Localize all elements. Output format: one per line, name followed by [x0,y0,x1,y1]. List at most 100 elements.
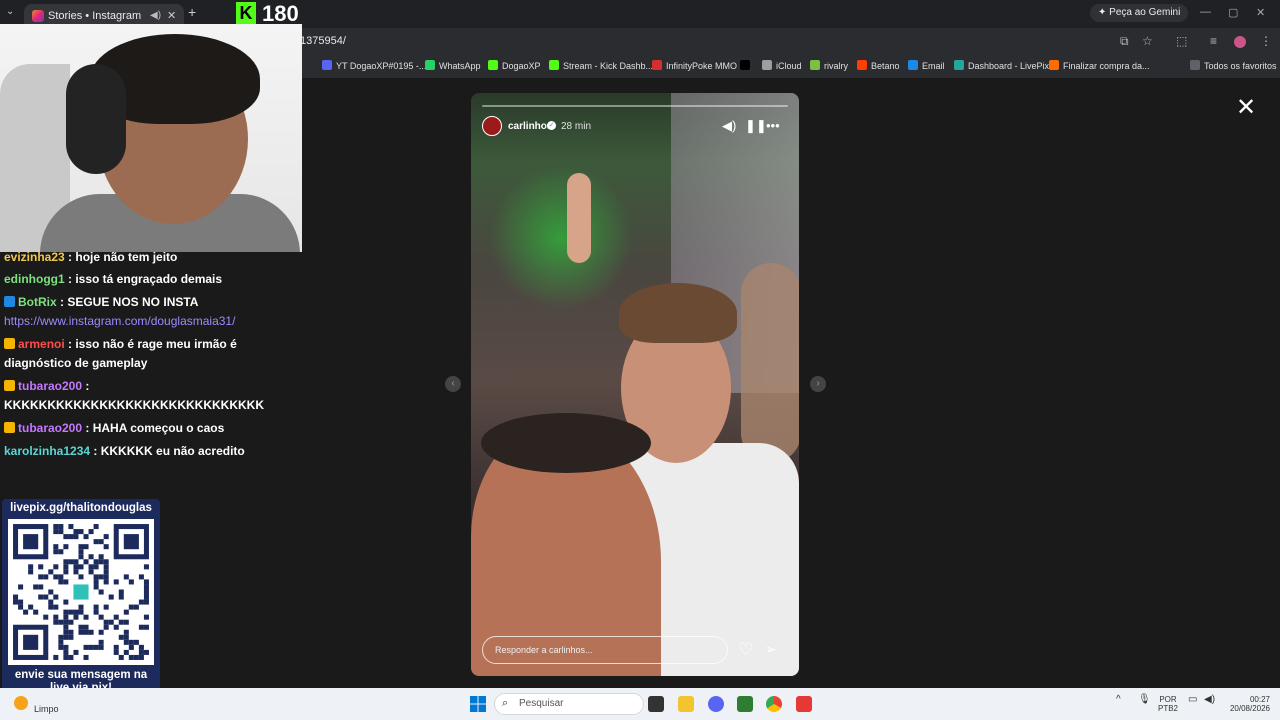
reading-list-icon[interactable]: ≡ [1210,34,1217,48]
volume-icon[interactable]: ◀) [722,118,736,134]
verified-icon: ✓ [547,121,556,130]
windows-start-icon[interactable] [470,696,486,712]
chat-username[interactable]: evizinha23 [4,250,65,264]
minimize-icon[interactable]: — [1200,6,1211,18]
story-avatar[interactable] [482,116,502,136]
task-view-icon[interactable] [648,696,664,712]
bookmark-item[interactable]: Dashboard - LivePix [954,60,1049,71]
menu-icon[interactable]: ⋮ [1260,34,1272,48]
profile-avatar[interactable] [1234,36,1246,48]
previous-story-button[interactable]: ‹ [445,376,461,392]
bookmark-item[interactable]: Finalizar compra da... [1049,60,1150,71]
send-icon[interactable]: ➢ [765,641,777,658]
bookmark-item[interactable]: WhatsApp [425,60,481,71]
bookmark-item[interactable]: Email [908,60,945,71]
heart-icon[interactable]: ♡ [738,640,753,660]
bookmark-item[interactable]: Betano [857,60,900,71]
bookmark-label: Dashboard - LivePix [968,61,1050,71]
bookmark-icon [322,60,332,70]
taskbar-search[interactable] [494,693,644,715]
chat-text: : isso não é rage meu irmão é [64,337,237,351]
new-tab-button[interactable]: + [188,4,204,20]
bookmark-label: Stream - Kick Dashb... [563,61,654,71]
chrome-icon[interactable] [766,696,782,712]
tab-search-icon[interactable]: ⌄ [6,6,14,17]
cast-icon[interactable]: ⧉ [1120,34,1129,49]
bookmark-item[interactable]: YT DogaoXP#0195 -... [322,60,426,71]
bookmark-icon [857,60,867,70]
tray-chevron-icon[interactable]: ^ [1116,695,1121,705]
weather-label: Limpo [34,704,59,714]
chat-message: tubarao200 : HAHA começou o caos [4,419,296,438]
chat-badge-icon [4,380,15,391]
network-icon[interactable]: ▭ [1188,695,1197,705]
chat-username[interactable]: karolzinha1234 [4,444,90,458]
microphone-icon[interactable]: 🎙 [1138,695,1151,705]
bookmark-icon [425,60,435,70]
bookmark-label: iCloud [776,61,802,71]
headphones [66,64,126,174]
bookmark-item[interactable]: Todos os favoritos [1190,60,1277,71]
url-field[interactable]: 1375954/ [300,35,346,47]
chat-username[interactable]: armenoi [18,337,65,351]
bookmark-label: rivalry [824,61,848,71]
chat-message: https://www.instagram.com/douglasmaia31/ [4,312,296,331]
chat-username[interactable]: edinhogg1 [4,272,65,286]
weather-icon[interactable] [14,696,28,710]
bookmark-icon [762,60,772,70]
bookmark-label: Email [922,61,945,71]
language-line2: PTB2 [1158,704,1179,713]
chat-text: diagnóstico de gameplay [4,356,148,370]
window-close-icon[interactable]: ✕ [1256,6,1265,19]
gemini-button[interactable]: ✦ Peça ao Gemini [1090,4,1189,22]
maximize-icon[interactable]: ▢ [1228,6,1238,19]
chat-link[interactable]: https://www.instagram.com/douglasmaia31/ [4,314,235,328]
chat-message: karolzinha1234 : KKKKKK eu não acredito [4,442,296,461]
chat-message: armenoi : isso não é rage meu irmão é [4,335,296,354]
bookmark-icon [549,60,559,70]
foreground-hair [481,413,651,473]
chat-username[interactable]: BotRix [18,295,57,309]
streaming-app-icon[interactable] [796,696,812,712]
chat-message: edinhogg1 : isso tá engraçado demais [4,270,296,289]
language-indicator[interactable]: POR PTB2 [1158,695,1178,713]
gemini-label: Peça ao Gemini [1109,7,1181,18]
hair [619,283,737,343]
more-options-icon[interactable]: ••• [766,118,780,133]
chat-badge-icon [4,296,15,307]
chat-text: : [82,379,90,393]
bookmark-item[interactable]: InfinityPoke MMO [652,60,737,71]
story-username[interactable]: carlinhos [508,121,552,132]
bookmark-label: DogaoXP [502,61,541,71]
volume-tray-icon[interactable]: ◀) [1204,695,1215,705]
chat-text: : HAHA começou o caos [82,421,225,435]
bookmark-item[interactable]: Stream - Kick Dashb... [549,60,653,71]
bookmark-item[interactable]: DogaoXP [488,60,541,71]
livepix-url: livepix.gg/thalitondouglas [10,502,152,514]
clock[interactable]: 00:27 20/08/2026 [1226,695,1270,713]
chat-username[interactable]: tubarao200 [18,379,82,393]
file-explorer-icon[interactable] [678,696,694,712]
chat-text: : KKKKKK eu não acredito [90,444,245,458]
next-story-button[interactable]: › [810,376,826,392]
chat-message: BotRix : SEGUE NOS NO INSTA [4,293,296,312]
star-icon[interactable]: ☆ [1142,34,1153,48]
discord-icon[interactable] [708,696,724,712]
webcam-overlay [0,24,302,252]
reply-input[interactable] [482,636,728,664]
close-story-icon[interactable]: ✕ [1236,93,1256,122]
app-icon[interactable] [737,696,753,712]
chat-message: evizinha23 : hoje não tem jeito [4,248,296,267]
bookmark-item[interactable]: rivalry [810,60,848,71]
chat-username[interactable]: tubarao200 [18,421,82,435]
bookmark-label: Betano [871,61,900,71]
bookmark-item[interactable]: iCloud [762,60,802,71]
bookmark-item[interactable] [740,60,754,71]
extensions-icon[interactable]: ⬚ [1176,34,1187,48]
story-video[interactable] [471,93,799,676]
person-right [741,263,799,463]
bookmark-label: InfinityPoke MMO [666,61,738,71]
bookmark-icon [810,60,820,70]
chat-badge-icon [4,338,15,349]
pause-icon[interactable]: ❚❚ [745,118,767,134]
